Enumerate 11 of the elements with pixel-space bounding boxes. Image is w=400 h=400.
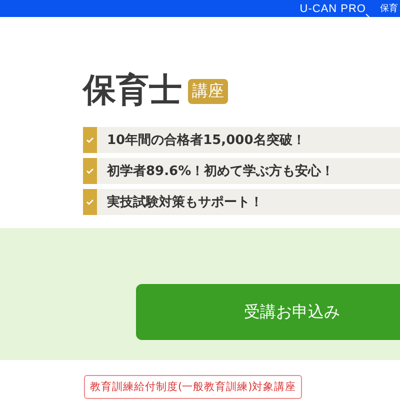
page-title: 保育士 <box>83 71 182 109</box>
check-icon <box>83 127 97 153</box>
notice-tag: 教育訓練給付制度(一般教育訓練)対象講座 <box>84 375 302 399</box>
feature-text: 実技試験対策もサポート！ <box>107 194 263 211</box>
nav-link[interactable]: 保育 <box>380 2 398 15</box>
apply-button[interactable]: 受講お申込み <box>136 284 400 340</box>
course-badge: 講座 <box>188 79 228 104</box>
check-icon <box>83 158 97 184</box>
check-icon <box>83 189 97 215</box>
feature-text: 10年間の合格者15,000名突破！ <box>107 132 306 149</box>
feature-text: 初学者89.6%！初めて学ぶ方も安心！ <box>107 162 334 180</box>
